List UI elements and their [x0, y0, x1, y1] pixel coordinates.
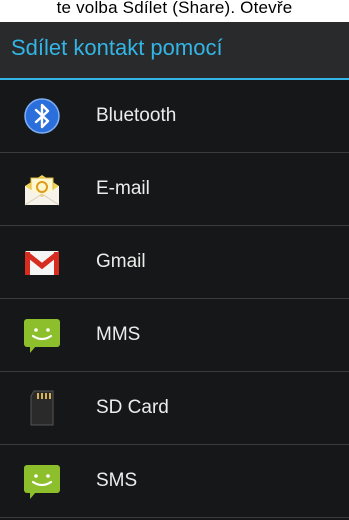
share-option-email[interactable]: E-mail — [0, 153, 349, 226]
share-option-label: Bluetooth — [96, 105, 177, 126]
share-option-label: E-mail — [96, 178, 150, 199]
sms-icon — [24, 465, 60, 499]
share-option-bluetooth[interactable]: Bluetooth — [0, 80, 349, 153]
share-option-label: MMS — [96, 324, 141, 345]
mms-icon — [24, 319, 60, 353]
dialog-header: Sdílet kontakt pomocí — [0, 22, 349, 80]
bluetooth-icon — [24, 98, 60, 134]
share-option-mms[interactable]: MMS — [0, 299, 349, 372]
share-options-list: Bluetooth E-mail Gmail MMS SD Card SMS — [0, 80, 349, 518]
share-option-label: SMS — [96, 470, 138, 491]
share-option-label: SD Card — [96, 397, 169, 418]
share-option-sd-card[interactable]: SD Card — [0, 372, 349, 445]
share-dialog: Sdílet kontakt pomocí Bluetooth E-mail G… — [0, 22, 349, 520]
share-option-sms[interactable]: SMS — [0, 445, 349, 518]
gmail-icon — [25, 251, 59, 275]
email-icon — [24, 175, 60, 206]
page-caption: te volba Sdílet (Share). Otevře — [0, 0, 349, 22]
sd-card-icon — [30, 390, 54, 426]
share-option-gmail[interactable]: Gmail — [0, 226, 349, 299]
dialog-title: Sdílet kontakt pomocí — [11, 35, 223, 60]
share-option-label: Gmail — [96, 251, 146, 272]
